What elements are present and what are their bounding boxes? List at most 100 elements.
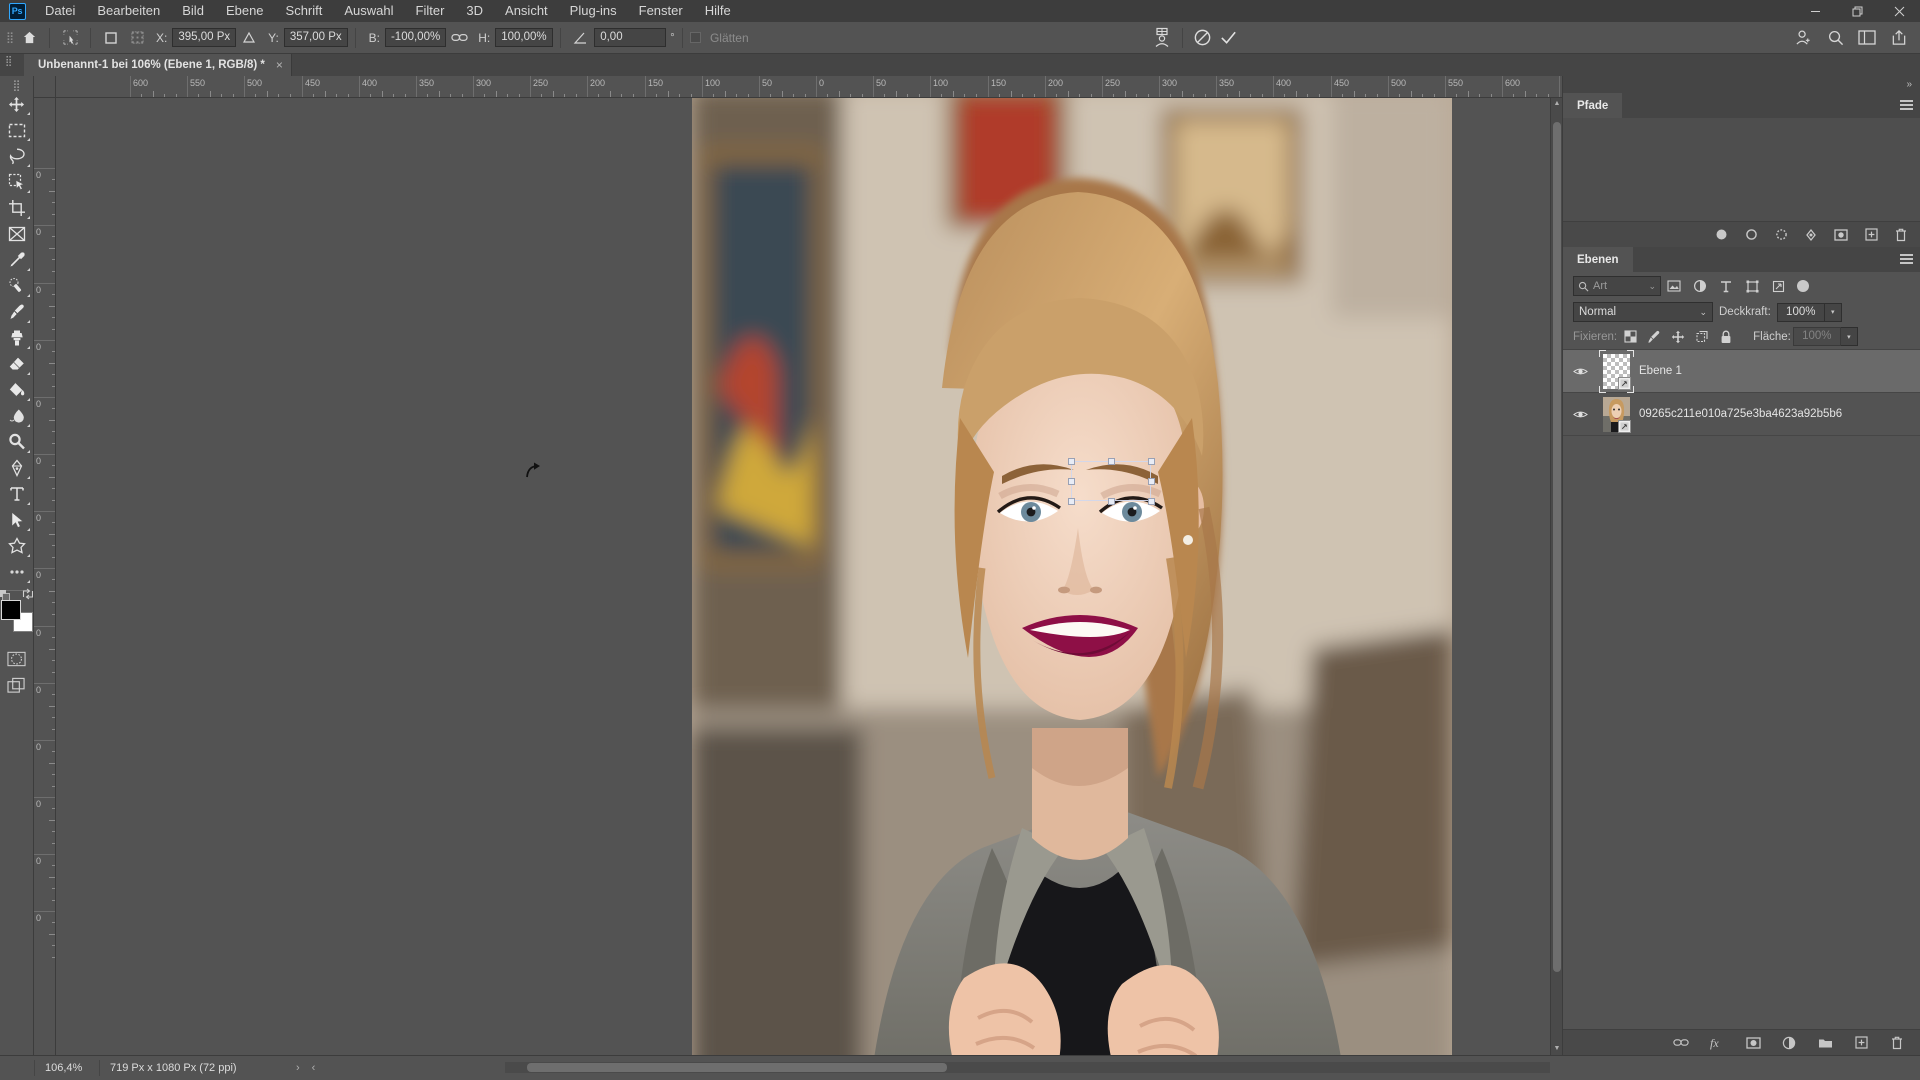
menu-schrift[interactable]: Schrift	[275, 0, 334, 22]
transform-handle-br[interactable]	[1148, 498, 1155, 505]
new-group-icon[interactable]	[1816, 1034, 1834, 1052]
canvas-horizontal-scrollbar[interactable]	[505, 1062, 1550, 1073]
menu-bearbeiten[interactable]: Bearbeiten	[86, 0, 171, 22]
tab-bar-grip[interactable]: ⣿	[5, 56, 12, 67]
delete-layer-icon[interactable]	[1888, 1034, 1906, 1052]
status-expand-arrow[interactable]: ›	[290, 1062, 306, 1074]
menu-fenster[interactable]: Fenster	[628, 0, 694, 22]
smooth-checkbox[interactable]	[689, 31, 701, 43]
scroll-up-arrow[interactable]: ▲	[1551, 98, 1563, 110]
filter-enable-toggle[interactable]	[1797, 280, 1809, 292]
ruler-corner[interactable]	[34, 76, 56, 98]
workspace-icon[interactable]	[1852, 25, 1882, 51]
transform-handle-bl[interactable]	[1068, 498, 1075, 505]
menu-bild[interactable]: Bild	[171, 0, 215, 22]
fill-slider-toggle[interactable]: ▾	[1840, 327, 1858, 346]
menu-filter[interactable]: Filter	[405, 0, 456, 22]
menu-ebene[interactable]: Ebene	[215, 0, 275, 22]
status-collapse-arrow[interactable]: ‹	[306, 1062, 322, 1074]
delete-path-icon[interactable]	[1892, 226, 1910, 244]
move-tool[interactable]	[2, 91, 32, 117]
canvas-viewport[interactable]	[56, 98, 1562, 1055]
export-icon[interactable]	[1884, 25, 1914, 51]
new-layer-icon[interactable]	[1852, 1034, 1870, 1052]
minimize-icon[interactable]	[1794, 0, 1836, 22]
document-canvas[interactable]	[692, 98, 1452, 1055]
gradient-tool[interactable]	[2, 377, 32, 403]
y-input[interactable]: 357,00 Px	[283, 28, 348, 47]
collapse-panels-icon[interactable]: »	[1563, 76, 1920, 93]
transform-bounding-box[interactable]	[1068, 458, 1155, 505]
reference-point-grid[interactable]	[124, 25, 150, 51]
crop-tool[interactable]	[2, 195, 32, 221]
horizontal-type-tool[interactable]	[2, 481, 32, 507]
tools-panel-grip[interactable]: ⣿	[11, 79, 23, 92]
warp-mode-icon[interactable]	[1149, 25, 1175, 51]
menu-auswahl[interactable]: Auswahl	[333, 0, 404, 22]
lock-artboard-nesting-icon[interactable]	[1691, 327, 1713, 347]
layer-visibility-toggle[interactable]	[1567, 409, 1593, 420]
canvas-vertical-scrollbar[interactable]: ▲ ▼	[1550, 98, 1562, 1055]
panel-menu-icon[interactable]	[1900, 254, 1913, 266]
layer-name[interactable]: Ebene 1	[1639, 365, 1682, 377]
fill-input[interactable]: 100%	[1792, 327, 1841, 346]
edit-toolbar-more[interactable]	[2, 559, 32, 585]
new-adjustment-layer-icon[interactable]	[1780, 1034, 1798, 1052]
custom-shape-tool[interactable]	[2, 533, 32, 559]
table-row[interactable]: Ebene 1	[1563, 350, 1920, 393]
layer-thumbnail-wrap[interactable]	[1593, 350, 1639, 393]
angle-icon[interactable]	[568, 25, 594, 51]
add-layer-style-icon[interactable]: fx	[1708, 1034, 1726, 1052]
height-input[interactable]: 100,00%	[495, 28, 554, 47]
tab-ebenen[interactable]: Ebenen	[1563, 247, 1633, 272]
lock-position-icon[interactable]	[1667, 327, 1689, 347]
width-input[interactable]: -100,00%	[384, 28, 447, 47]
transform-handle-tl[interactable]	[1068, 458, 1075, 465]
layer-thumbnail-wrap[interactable]	[1593, 396, 1639, 433]
foreground-color-swatch[interactable]	[0, 600, 21, 620]
menu-datei[interactable]: Datei	[34, 0, 86, 22]
swap-colors-icon[interactable]	[22, 588, 34, 603]
spot-healing-brush-tool[interactable]	[2, 273, 32, 299]
link-chain-icon[interactable]	[446, 25, 472, 51]
clone-stamp-tool[interactable]	[2, 325, 32, 351]
filter-pixel-layers-icon[interactable]	[1661, 275, 1687, 297]
path-selection-tool[interactable]	[2, 507, 32, 533]
blend-mode-select[interactable]: Normal ⌄	[1573, 302, 1713, 322]
smooth-checkbox-row[interactable]: Glätten	[689, 31, 749, 45]
lock-image-pixels-icon[interactable]	[1643, 327, 1665, 347]
transform-handle-mr[interactable]	[1148, 478, 1155, 485]
frame-tool[interactable]	[2, 221, 32, 247]
share-user-icon[interactable]	[1788, 25, 1818, 51]
lasso-tool[interactable]	[2, 143, 32, 169]
eyedropper-tool[interactable]	[2, 247, 32, 273]
pen-tool[interactable]	[2, 455, 32, 481]
zoom-level[interactable]: 106,4%	[35, 1062, 99, 1074]
create-new-path-icon[interactable]	[1862, 226, 1880, 244]
filter-type-layers-icon[interactable]	[1713, 275, 1739, 297]
fill-path-with-foreground-icon[interactable]	[1712, 226, 1730, 244]
x-input[interactable]: 395,00 Px	[172, 28, 237, 47]
cancel-transform-icon[interactable]	[1190, 25, 1216, 51]
close-icon[interactable]	[1878, 0, 1920, 22]
layer-filter-kind-select[interactable]: Art ⌄	[1573, 276, 1661, 296]
stroke-path-with-brush-icon[interactable]	[1742, 226, 1760, 244]
paths-list[interactable]	[1563, 118, 1920, 221]
panel-menu-icon[interactable]	[1900, 100, 1913, 112]
layer-visibility-toggle[interactable]	[1567, 366, 1593, 377]
document-tab[interactable]: Unbenannt-1 bei 106% (Ebene 1, RGB/8) * …	[24, 54, 292, 76]
screen-mode-icon[interactable]	[2, 672, 32, 698]
commit-transform-icon[interactable]	[1216, 25, 1242, 51]
opacity-slider-toggle[interactable]: ▾	[1824, 302, 1842, 322]
home-icon[interactable]	[16, 25, 42, 51]
blur-tool[interactable]	[2, 403, 32, 429]
layer-thumbnail[interactable]	[1598, 350, 1634, 393]
menu-hilfe[interactable]: Hilfe	[694, 0, 742, 22]
lock-transparent-pixels-icon[interactable]	[1619, 327, 1641, 347]
add-layer-mask-icon[interactable]	[1744, 1034, 1762, 1052]
filter-adjustment-layers-icon[interactable]	[1687, 275, 1713, 297]
menu-ansicht[interactable]: Ansicht	[494, 0, 559, 22]
dodge-tool[interactable]	[2, 429, 32, 455]
layer-name[interactable]: 09265c211e010a725e3ba4623a92b5b6	[1639, 408, 1842, 420]
load-path-as-selection-icon[interactable]	[1772, 226, 1790, 244]
